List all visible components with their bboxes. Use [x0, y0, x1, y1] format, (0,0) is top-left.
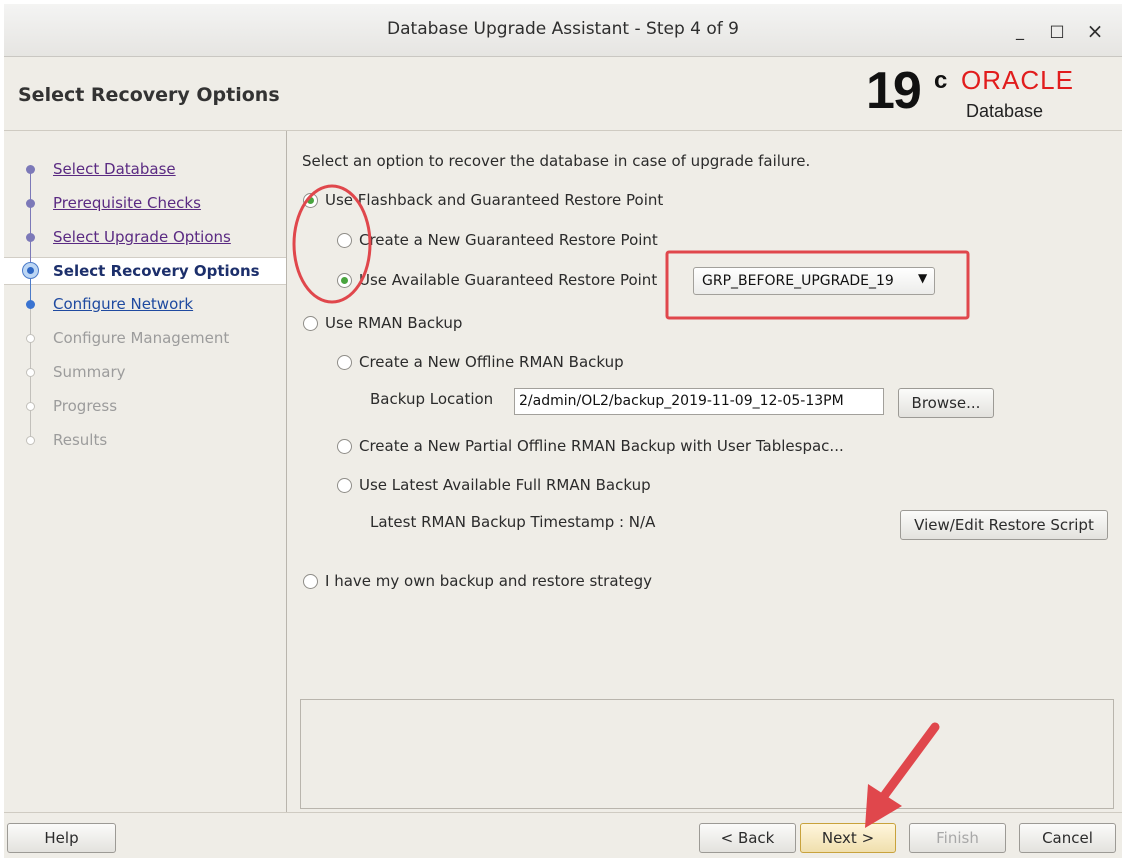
annotation-ellipse — [292, 184, 372, 304]
annotation-box — [665, 250, 970, 320]
annotation-overlay — [292, 184, 970, 828]
annotation-arrow-shaft — [879, 722, 940, 801]
